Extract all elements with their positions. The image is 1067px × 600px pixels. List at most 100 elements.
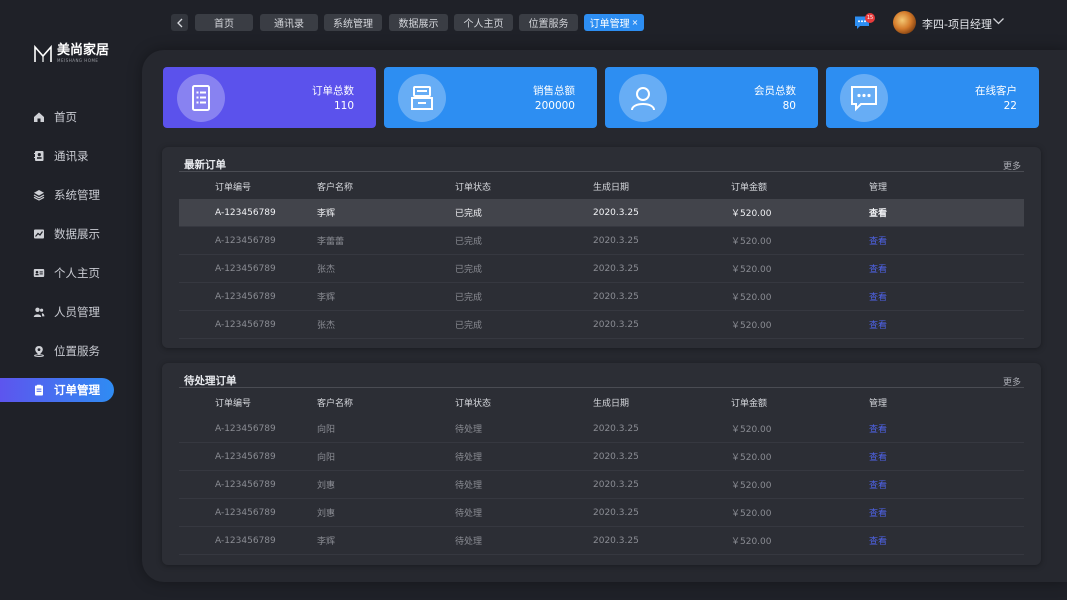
view-link[interactable]: 查看: [869, 226, 1024, 255]
stat-card-sales[interactable]: 销售总额 200000: [384, 67, 597, 128]
table-row[interactable]: A-123456789 李辉 已完成 2020.3.25 ￥520.00 查看: [179, 199, 1024, 227]
order-status: 待处理: [455, 470, 593, 499]
view-link[interactable]: 查看: [869, 310, 1024, 339]
order-status: 待处理: [455, 442, 593, 471]
table-header: 订单编号 客户名称 订单状态 生成日期 订单金额 管理: [179, 389, 1024, 415]
tab-data[interactable]: 数据展示: [389, 14, 448, 31]
tab-system[interactable]: 系统管理: [324, 14, 382, 31]
stat-label: 订单总数: [312, 85, 354, 97]
order-date: 2020.3.25: [593, 226, 731, 255]
stat-value: 110: [333, 100, 354, 112]
stat-card-online[interactable]: 在线客户 22: [826, 67, 1039, 128]
tab-location[interactable]: 位置服务: [519, 14, 578, 31]
order-status: 待处理: [455, 526, 593, 555]
order-amount: ￥520.00: [731, 226, 869, 255]
order-date: 2020.3.25: [593, 282, 731, 311]
view-link[interactable]: 查看: [869, 498, 1024, 527]
tab-orders[interactable]: 订单管理 ×: [584, 14, 644, 31]
view-link[interactable]: 查看: [869, 470, 1024, 499]
tab-contacts[interactable]: 通讯录: [260, 14, 318, 31]
order-amount: ￥520.00: [731, 282, 869, 311]
sidebar-item-label: 人员管理: [54, 305, 100, 319]
table-row[interactable]: A-123456789 刘惠 待处理 2020.3.25 ￥520.00 查看: [179, 470, 1024, 499]
logo-mark-icon: [34, 44, 52, 62]
tab-label: 通讯录: [274, 19, 304, 30]
latest-orders-panel: 最新订单 更多 订单编号 客户名称 订单状态 生成日期 订单金额 管理 A-12…: [162, 147, 1041, 348]
sidebar-item-location[interactable]: 位置服务: [0, 339, 140, 363]
order-date: 2020.3.25: [593, 526, 731, 555]
column-header: 订单编号: [215, 398, 252, 409]
pending-orders-table: 订单编号 客户名称 订单状态 生成日期 订单金额 管理 A-123456789 …: [179, 389, 1024, 555]
table-row[interactable]: A-123456789 刘惠 待处理 2020.3.25 ￥520.00 查看: [179, 498, 1024, 527]
tab-label: 数据展示: [398, 19, 439, 30]
table-row[interactable]: A-123456789 李蕾蕾 已完成 2020.3.25 ￥520.00 查看: [179, 226, 1024, 255]
order-id: A-123456789: [179, 310, 317, 339]
cash-register-icon: [398, 74, 446, 122]
sidebar: 美尚家居 MEISHANG HOME 首页 通讯录 系统管理 数据展示 个人主页…: [0, 0, 140, 600]
clipboard-icon: [33, 384, 45, 396]
table-header: 订单编号 客户名称 订单状态 生成日期 订单金额 管理: [179, 173, 1024, 199]
back-button[interactable]: [171, 14, 188, 31]
table-row[interactable]: A-123456789 张杰 已完成 2020.3.25 ￥520.00 查看: [179, 254, 1024, 283]
table-row[interactable]: A-123456789 李辉 待处理 2020.3.25 ￥520.00 查看: [179, 526, 1024, 555]
view-link[interactable]: 查看: [869, 199, 1024, 227]
sidebar-item-profile[interactable]: 个人主页: [0, 261, 140, 285]
layers-icon: [33, 189, 45, 201]
logo-name: 美尚家居: [57, 43, 110, 58]
order-id: A-123456789: [179, 470, 317, 499]
column-header: 生成日期: [593, 182, 630, 193]
table-row[interactable]: A-123456789 向阳 待处理 2020.3.25 ￥520.00 查看: [179, 442, 1024, 471]
order-amount: ￥520.00: [731, 498, 869, 527]
view-link[interactable]: 查看: [869, 282, 1024, 311]
contacts-icon: [33, 150, 45, 162]
view-link[interactable]: 查看: [869, 526, 1024, 555]
sidebar-item-orders[interactable]: 订单管理: [0, 378, 114, 402]
tab-home[interactable]: 首页: [195, 14, 253, 31]
stat-value: 80: [782, 100, 796, 112]
document-list-icon: [177, 74, 225, 122]
order-id: A-123456789: [179, 199, 317, 227]
sidebar-item-label: 数据展示: [54, 227, 100, 241]
table-row[interactable]: A-123456789 张杰 已完成 2020.3.25 ￥520.00 查看: [179, 310, 1024, 339]
panel-title: 待处理订单: [184, 375, 237, 387]
chevron-down-icon[interactable]: [992, 16, 1005, 26]
sidebar-item-contacts[interactable]: 通讯录: [0, 144, 140, 168]
column-header: 客户名称: [317, 182, 354, 193]
users-icon: [33, 306, 45, 318]
stat-card-members[interactable]: 会员总数 80: [605, 67, 818, 128]
stat-card-orders[interactable]: 订单总数 110: [163, 67, 376, 128]
customer-name: 刘惠: [317, 470, 455, 499]
pending-orders-panel: 待处理订单 更多 订单编号 客户名称 订单状态 生成日期 订单金额 管理 A-1…: [162, 363, 1041, 565]
order-amount: ￥520.00: [731, 470, 869, 499]
stat-value: 22: [1003, 100, 1017, 112]
order-date: 2020.3.25: [593, 498, 731, 527]
order-amount: ￥520.00: [731, 415, 869, 443]
view-link[interactable]: 查看: [869, 254, 1024, 283]
sidebar-nav: 首页 通讯录 系统管理 数据展示 个人主页 人员管理 位置服务 订单管理: [0, 105, 140, 417]
avatar[interactable]: [893, 11, 916, 34]
divider: [179, 171, 1024, 172]
view-link[interactable]: 查看: [869, 442, 1024, 471]
column-header: 管理: [869, 398, 888, 409]
customer-name: 李辉: [317, 526, 455, 555]
customer-name: 刘惠: [317, 498, 455, 527]
order-status: 已完成: [455, 199, 593, 227]
stat-value: 200000: [534, 100, 575, 112]
user-name[interactable]: 李四-项目经理: [922, 16, 992, 32]
view-link[interactable]: 查看: [869, 415, 1024, 443]
sidebar-item-home[interactable]: 首页: [0, 105, 140, 129]
tab-label: 系统管理: [333, 19, 373, 30]
close-icon[interactable]: ×: [632, 18, 639, 27]
sidebar-item-data[interactable]: 数据展示: [0, 222, 140, 246]
order-status: 已完成: [455, 226, 593, 255]
sidebar-item-system[interactable]: 系统管理: [0, 183, 140, 207]
order-amount: ￥520.00: [731, 254, 869, 283]
customer-name: 张杰: [317, 254, 455, 283]
sidebar-item-staff[interactable]: 人员管理: [0, 300, 140, 324]
notification-badge: 15: [865, 13, 875, 23]
table-row[interactable]: A-123456789 李辉 已完成 2020.3.25 ￥520.00 查看: [179, 282, 1024, 311]
tab-profile[interactable]: 个人主页: [454, 14, 513, 31]
table-row[interactable]: A-123456789 向阳 待处理 2020.3.25 ￥520.00 查看: [179, 415, 1024, 443]
sidebar-item-label: 通讯录: [54, 149, 89, 163]
chat-bubble-icon: [840, 74, 888, 122]
